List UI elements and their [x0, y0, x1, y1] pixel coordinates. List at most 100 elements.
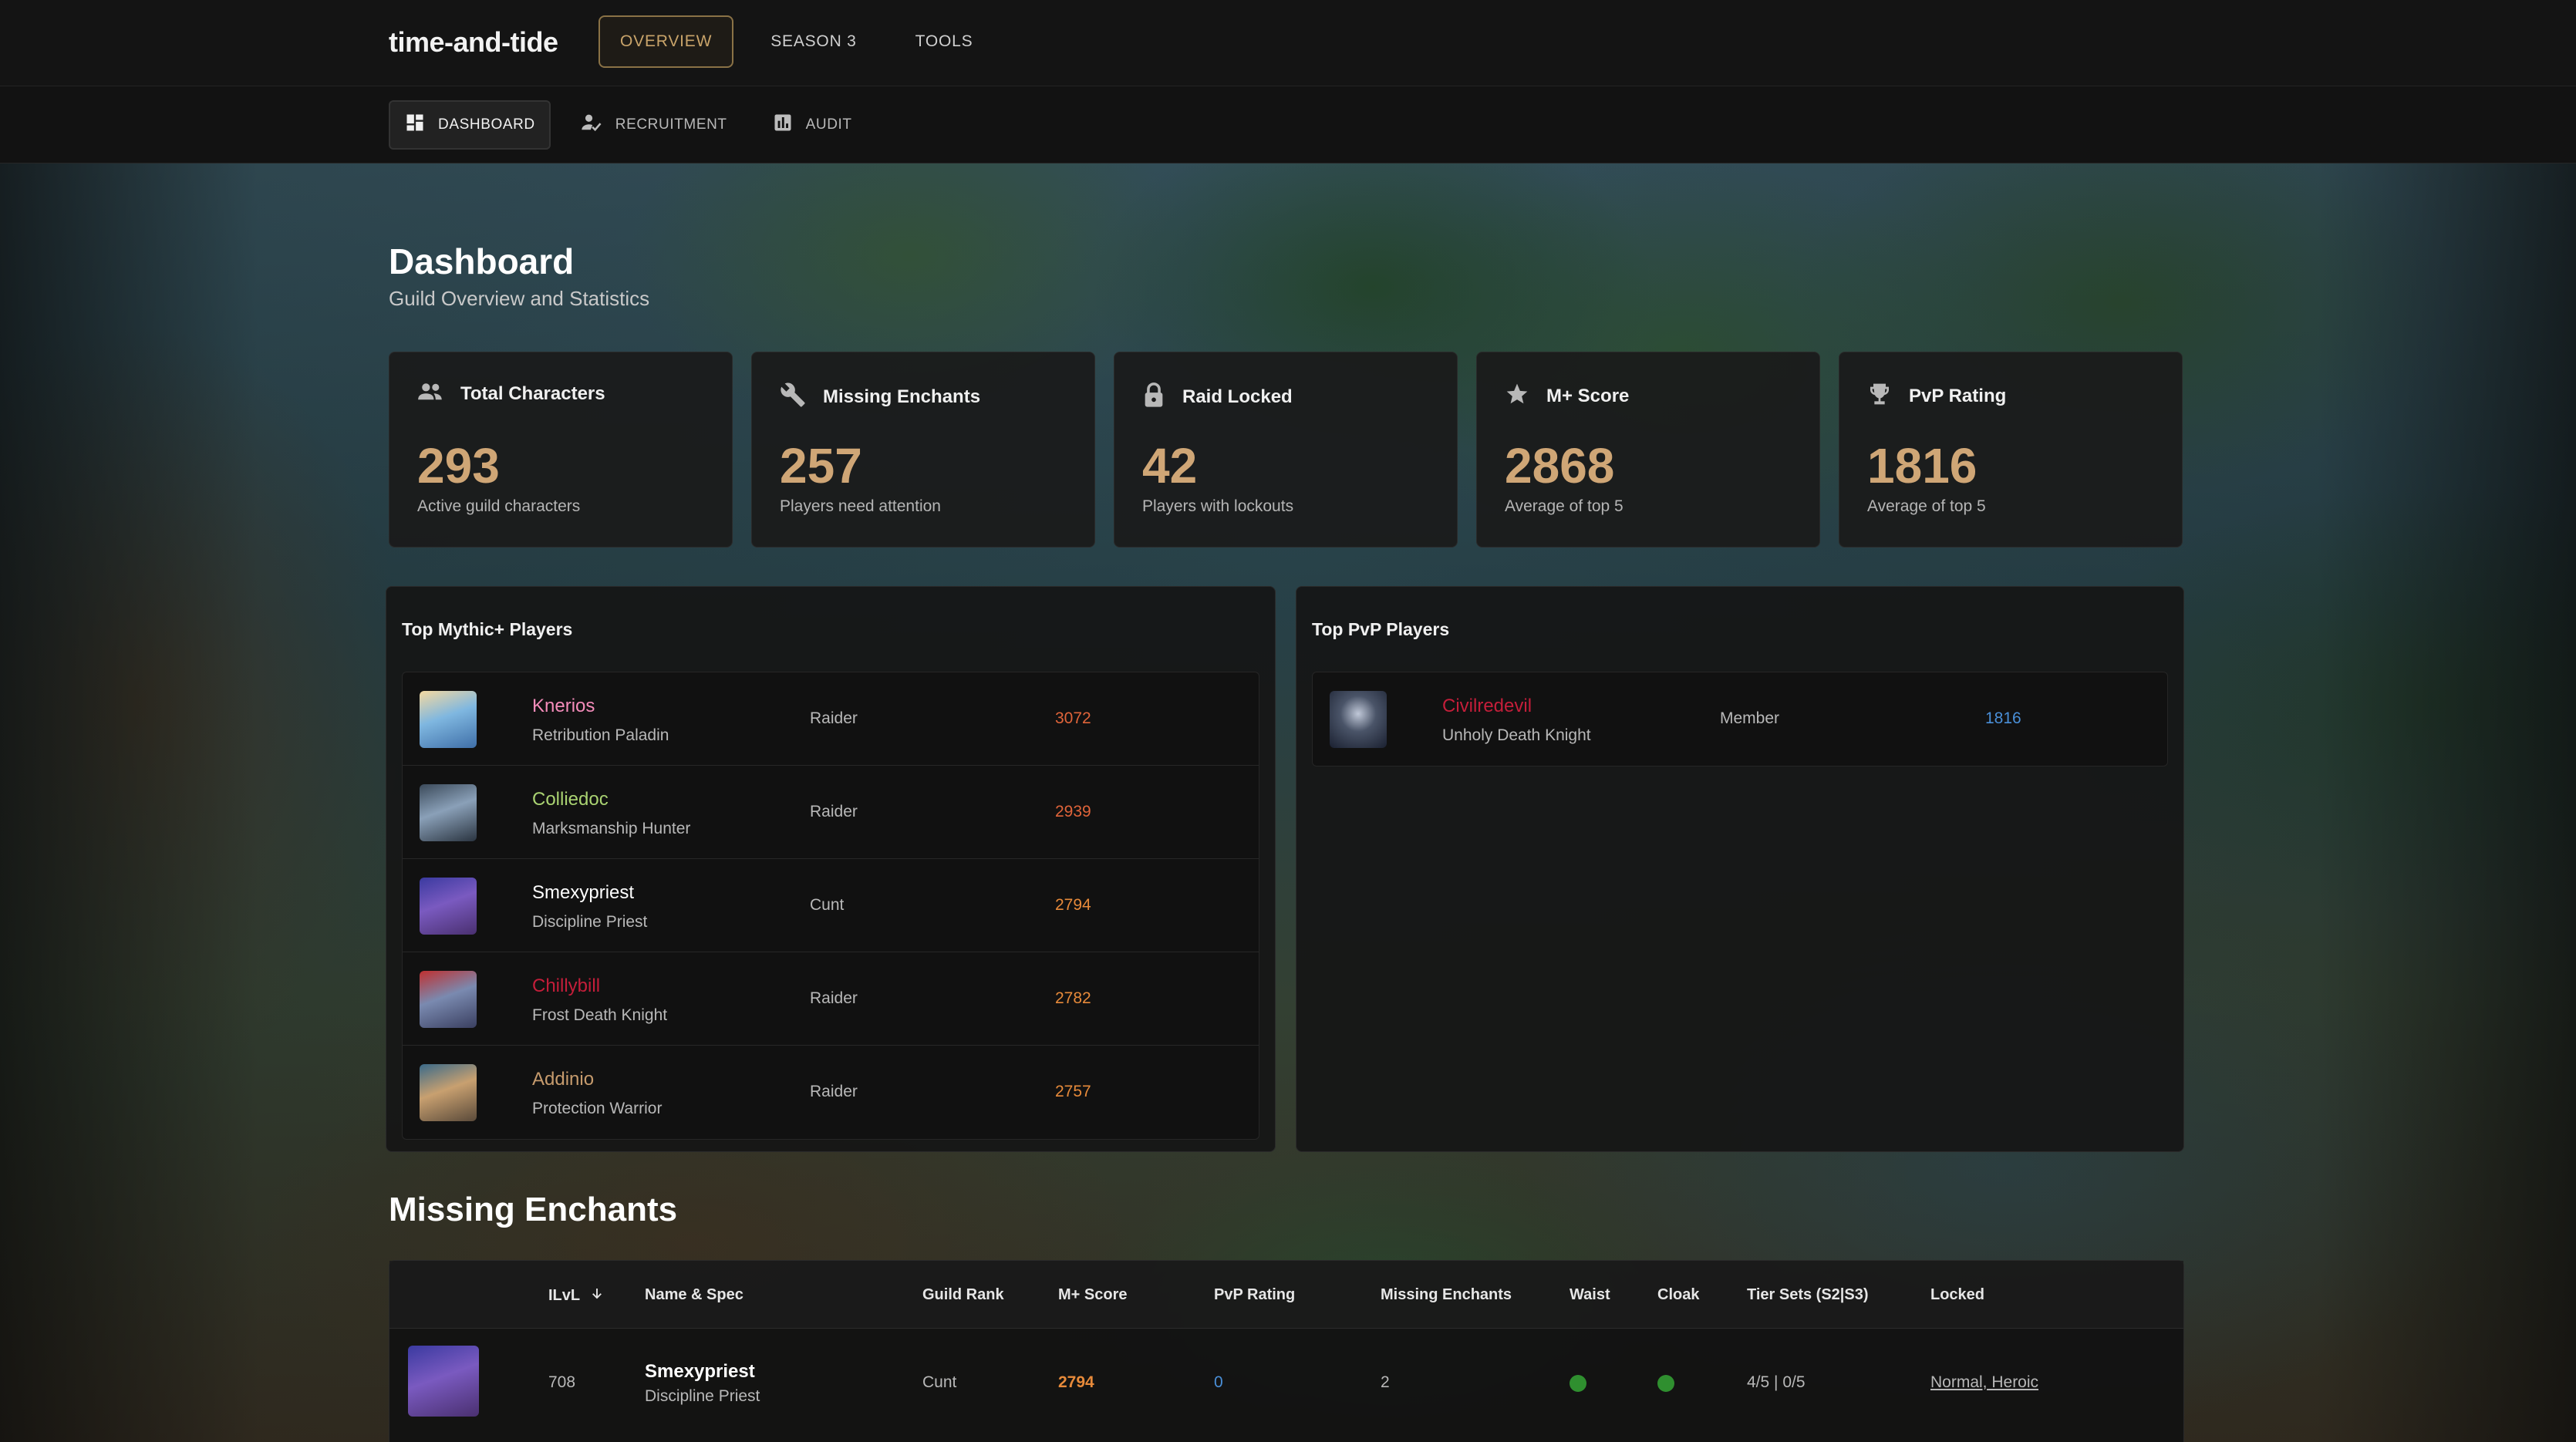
cell-tier-sets: 4/5 | 0/5 [1747, 1373, 1806, 1391]
tab-tools[interactable]: TOOLS [894, 15, 995, 68]
lock-icon [1142, 382, 1165, 412]
column-header-cloak[interactable]: Cloak [1657, 1286, 1699, 1304]
column-header-name-spec[interactable]: Name & Spec [645, 1286, 743, 1304]
column-header-missing-enchants[interactable]: Missing Enchants [1381, 1286, 1512, 1304]
player-rank: Member [1720, 709, 1780, 727]
stat-card-mplus-score: M+ Score 2868 Average of top 5 [1476, 352, 1820, 547]
column-header-pvp-rating[interactable]: PvP Rating [1214, 1286, 1295, 1304]
table-row[interactable]: 708 Smexypriest Discipline Priest Cunt 2… [389, 1329, 2183, 1442]
tab-audit-label: AUDIT [805, 116, 852, 133]
player-rank: Raider [810, 1083, 858, 1100]
cell-spec: Discipline Priest [645, 1387, 760, 1405]
stat-cards: Total Characters 293 Active guild charac… [389, 352, 2183, 547]
tab-dashboard-label: DASHBOARD [438, 116, 535, 133]
cell-locked[interactable]: Normal, Heroic [1930, 1373, 2038, 1392]
star-icon [1505, 382, 1529, 410]
stat-description: Active guild characters [417, 497, 581, 515]
stat-description: Players with lockouts [1142, 497, 1294, 515]
stat-value: 293 [417, 438, 500, 494]
column-label: ILvL [548, 1287, 580, 1304]
tab-audit[interactable]: AUDIT [757, 100, 868, 150]
tab-season-3[interactable]: SEASON 3 [749, 15, 878, 68]
table-header: ILvL Name & Spec Guild Rank M+ Score PvP… [389, 1261, 2183, 1329]
tab-recruitment[interactable]: RECRUITMENT [565, 100, 743, 150]
column-header-mplus-score[interactable]: M+ Score [1058, 1286, 1127, 1304]
player-rank: Cunt [810, 896, 845, 914]
top-navbar: time-and-tide OVERVIEW SEASON 3 TOOLS [0, 0, 2576, 86]
top-mplus-list: Knerios Retribution Paladin Raider 3072 … [402, 672, 1259, 1140]
column-header-locked[interactable]: Locked [1930, 1286, 1984, 1304]
cloak-status-dot [1657, 1375, 1674, 1392]
arrow-down-icon [590, 1286, 604, 1305]
stat-label: Missing Enchants [823, 386, 981, 407]
player-rank: Raider [810, 989, 858, 1007]
player-rank: Raider [810, 709, 858, 727]
avatar [420, 691, 477, 748]
column-header-waist[interactable]: Waist [1570, 1286, 1610, 1304]
top-pvp-panel: Top PvP Players Civilredevil Unholy Deat… [1296, 586, 2184, 1152]
person-check-icon [580, 112, 603, 138]
page-title: Dashboard [389, 241, 575, 281]
tab-overview[interactable]: OVERVIEW [598, 15, 734, 68]
sub-nav-tabs: DASHBOARD RECRUITMENT AUDIT [389, 100, 868, 150]
stat-card-missing-enchants: Missing Enchants 257 Players need attent… [751, 352, 1095, 547]
stat-card-raid-locked: Raid Locked 42 Players with lockouts [1114, 352, 1458, 547]
player-row[interactable]: Smexypriest Discipline Priest Cunt 2794 [403, 859, 1259, 952]
player-score: 1816 [1985, 709, 2021, 727]
column-header-tier-sets[interactable]: Tier Sets (S2|S3) [1747, 1286, 1869, 1304]
avatar [420, 1064, 477, 1121]
people-icon [417, 382, 443, 406]
player-row[interactable]: Colliedoc Marksmanship Hunter Raider 293… [403, 766, 1259, 859]
waist-status-dot [1570, 1375, 1586, 1392]
page-subtitle: Guild Overview and Statistics [389, 287, 650, 310]
player-name[interactable]: Knerios [532, 696, 595, 717]
stat-label: M+ Score [1546, 385, 1630, 406]
player-score: 2782 [1055, 989, 1091, 1007]
stat-label: Total Characters [460, 382, 605, 404]
player-row[interactable]: Civilredevil Unholy Death Knight Member … [1313, 672, 2167, 766]
top-nav-tabs: OVERVIEW SEASON 3 TOOLS [598, 15, 994, 68]
player-name[interactable]: Colliedoc [532, 789, 609, 810]
player-spec: Retribution Paladin [532, 726, 669, 744]
cell-name[interactable]: Smexypriest [645, 1361, 755, 1383]
player-spec: Unholy Death Knight [1442, 726, 1591, 744]
player-name[interactable]: Addinio [532, 1069, 594, 1090]
player-name[interactable]: Civilredevil [1442, 696, 1532, 717]
missing-enchants-title: Missing Enchants [389, 1191, 678, 1228]
stat-label: PvP Rating [1909, 385, 2007, 406]
stat-value: 257 [780, 438, 862, 494]
sub-navbar: DASHBOARD RECRUITMENT AUDIT [0, 86, 2576, 163]
cell-pvp-rating: 0 [1214, 1373, 1223, 1391]
player-name[interactable]: Smexypriest [532, 882, 634, 904]
cell-missing-enchants: 2 [1381, 1373, 1390, 1391]
player-row[interactable]: Knerios Retribution Paladin Raider 3072 [403, 672, 1259, 766]
stat-description: Average of top 5 [1505, 497, 1623, 515]
stat-value: 2868 [1505, 438, 1615, 494]
player-score: 3072 [1055, 709, 1091, 727]
avatar [408, 1346, 479, 1417]
avatar [420, 784, 477, 841]
player-spec: Frost Death Knight [532, 1006, 668, 1024]
column-header-ilvl[interactable]: ILvL [548, 1286, 604, 1305]
trophy-icon [1867, 382, 1892, 410]
player-row[interactable]: Chillybill Frost Death Knight Raider 278… [403, 952, 1259, 1046]
tab-recruitment-label: RECRUITMENT [615, 116, 727, 133]
brand-logo[interactable]: time-and-tide [389, 26, 558, 59]
bar-chart-icon [772, 112, 794, 138]
player-score: 2939 [1055, 803, 1091, 820]
cell-mplus-score: 2794 [1058, 1373, 1094, 1391]
player-rank: Raider [810, 803, 858, 820]
column-header-guild-rank[interactable]: Guild Rank [922, 1286, 1004, 1304]
tab-dashboard[interactable]: DASHBOARD [389, 100, 551, 150]
stat-description: Players need attention [780, 497, 941, 515]
avatar [420, 878, 477, 935]
avatar [420, 971, 477, 1028]
stat-value: 1816 [1867, 438, 1978, 494]
player-name[interactable]: Chillybill [532, 975, 600, 997]
player-row[interactable]: Addinio Protection Warrior Raider 2757 [403, 1046, 1259, 1139]
stat-description: Average of top 5 [1867, 497, 1986, 515]
avatar [1330, 691, 1387, 748]
dashboard-icon [404, 112, 426, 138]
missing-enchants-table: ILvL Name & Spec Guild Rank M+ Score PvP… [389, 1260, 2184, 1442]
cell-guild-rank: Cunt [922, 1373, 957, 1391]
